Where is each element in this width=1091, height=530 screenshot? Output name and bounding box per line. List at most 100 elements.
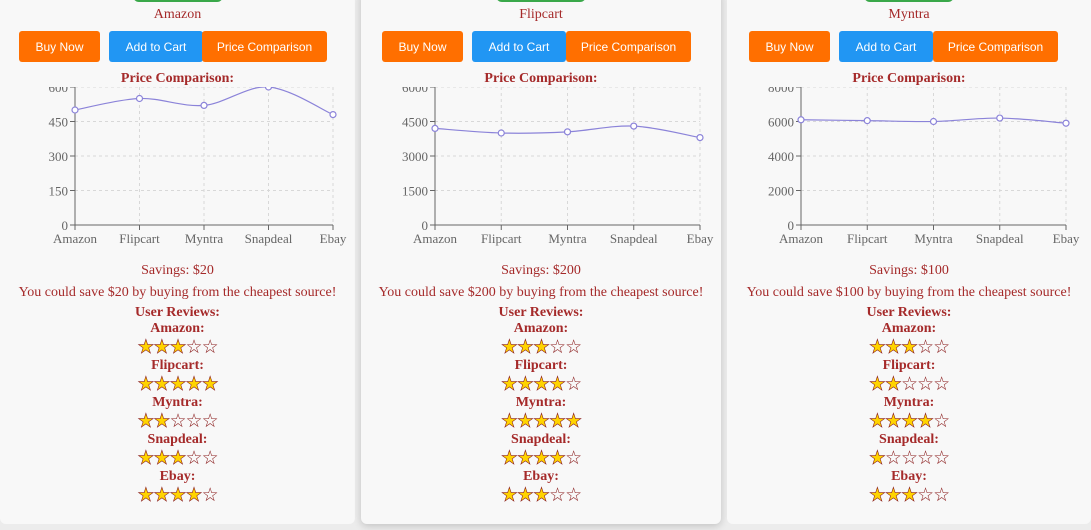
star-filled-icon: ★ [884,411,903,433]
star-empty-icon: ☆ [884,448,902,469]
product-card-flipcart: Flipcart Buy Now Add to Cart Price Compa… [361,0,721,524]
star-rating: ★★★☆☆ [361,337,721,359]
data-point [264,87,273,91]
add-to-cart-button[interactable]: Add to Cart [109,31,203,62]
star-empty-icon: ☆ [549,485,566,506]
data-point [431,124,439,133]
savings-message: You could save $20 by buying from the ch… [18,285,337,300]
star-filled-icon: ★ [169,448,187,470]
star-filled-icon: ★ [500,485,519,507]
user-reviews: User Reviews: Amazon: ★★★☆☆ Flipcart: ★★★★… [0,305,355,506]
y-tick-label: 4000 [768,149,794,164]
star-filled-icon: ★ [153,411,171,433]
data-point [71,106,79,114]
star-empty-icon: ☆ [201,337,219,358]
star-empty-icon: ☆ [917,448,934,469]
star-rating: ★☆☆☆☆ [727,448,1091,470]
star-empty-icon: ☆ [565,374,582,395]
star-rating: ★★★☆☆ [361,485,721,507]
star-filled-icon: ★ [549,374,567,396]
star-empty-icon: ☆ [933,337,950,358]
action-buttons: Buy Now Add to Cart Price Comparison [727,31,1091,62]
user-reviews-title: User Reviews: [866,305,952,320]
review-source: Ebay: [159,469,196,484]
star-filled-icon: ★ [900,411,919,433]
review-myntra: Myntra: ★★☆☆☆ [0,395,355,432]
price-comparison-button[interactable]: Price Comparison [202,31,327,62]
star-empty-icon: ☆ [565,337,582,358]
review-source: Ebay: [891,469,927,484]
star-rating: ★★★☆☆ [0,337,355,359]
data-point [563,128,572,136]
y-tick-label: 8000 [768,87,794,95]
star-filled-icon: ★ [201,374,219,396]
add-to-cart-button[interactable]: Add to Cart [472,31,566,62]
review-myntra: Myntra: ★★★★★ [361,395,721,432]
star-empty-icon: ☆ [565,485,582,506]
star-filled-icon: ★ [532,374,551,396]
data-point [863,117,871,125]
buy-now-button[interactable]: Buy Now [749,31,830,62]
savings-text: Savings: $20 [141,263,214,278]
star-filled-icon: ★ [137,374,155,396]
star-filled-icon: ★ [153,485,171,507]
x-tick-label: Amazon [779,231,824,246]
star-empty-icon: ☆ [917,374,934,395]
x-tick-label: Myntra [548,231,587,246]
price-comparison-button[interactable]: Price Comparison [566,31,691,62]
card-top-accent [864,0,954,2]
y-tick-label: 600 [49,87,69,95]
star-filled-icon: ★ [137,411,155,433]
star-filled-icon: ★ [565,411,583,433]
x-tick-label: Ebay [1053,231,1080,246]
star-empty-icon: ☆ [933,411,950,432]
star-filled-icon: ★ [516,485,535,507]
card-top-accent [132,0,223,2]
review-source: Myntra: [883,395,935,410]
star-empty-icon: ☆ [900,374,918,395]
data-point [929,117,938,126]
review-snapdeal: Snapdeal: ★☆☆☆☆ [727,432,1091,469]
star-filled-icon: ★ [500,337,519,359]
x-tick-label: Flipcart [847,231,888,246]
user-reviews-title: User Reviews: [498,305,584,320]
y-tick-label: 150 [49,184,69,199]
star-filled-icon: ★ [153,337,171,359]
star-empty-icon: ☆ [933,374,950,395]
star-filled-icon: ★ [549,448,567,470]
price-comparison-title: Price Comparison: [484,71,598,86]
y-tick-label: 2000 [768,184,794,199]
star-filled-icon: ★ [516,374,535,396]
star-empty-icon: ☆ [201,448,219,469]
star-rating: ★★★★☆ [361,448,721,470]
star-filled-icon: ★ [900,337,919,359]
review-snapdeal: Snapdeal: ★★★★☆ [361,432,721,469]
x-tick-label: Ebay [687,231,714,246]
store-name: Myntra [888,7,930,22]
x-tick-label: Myntra [185,231,224,246]
star-filled-icon: ★ [532,448,551,470]
price-comparison-chart: 02000400060008000Amazon Flipcart Myntra Sna… [768,87,1080,246]
user-reviews: User Reviews: Amazon: ★★★☆☆ Flipcart: ★★☆☆… [727,305,1091,506]
buy-now-button[interactable]: Buy Now [19,31,100,62]
review-source: Myntra: [515,395,567,410]
star-empty-icon: ☆ [201,485,219,506]
star-rating: ★★★★★ [361,411,721,433]
star-empty-icon: ☆ [185,337,203,358]
x-tick-label: Snapdeal [976,231,1024,246]
user-reviews-title: User Reviews: [135,305,220,320]
review-source: Amazon: [150,321,205,336]
savings-message: You could save $100 by buying from the c… [746,285,1072,300]
product-card-amazon: Amazon Buy Now Add to Cart Price Compari… [0,0,355,524]
buy-now-button[interactable]: Buy Now [382,31,463,62]
star-empty-icon: ☆ [185,448,203,469]
product-card-myntra: Myntra Buy Now Add to Cart Price Compari… [727,0,1091,524]
star-rating: ★★☆☆☆ [727,374,1091,396]
star-empty-icon: ☆ [201,411,219,432]
review-source: Snapdeal: [147,432,208,447]
review-ebay: Ebay: ★★★☆☆ [727,469,1091,506]
star-rating: ★★★☆☆ [727,485,1091,507]
data-point [630,122,638,130]
price-comparison-button[interactable]: Price Comparison [933,31,1058,62]
add-to-cart-button[interactable]: Add to Cart [839,31,933,62]
